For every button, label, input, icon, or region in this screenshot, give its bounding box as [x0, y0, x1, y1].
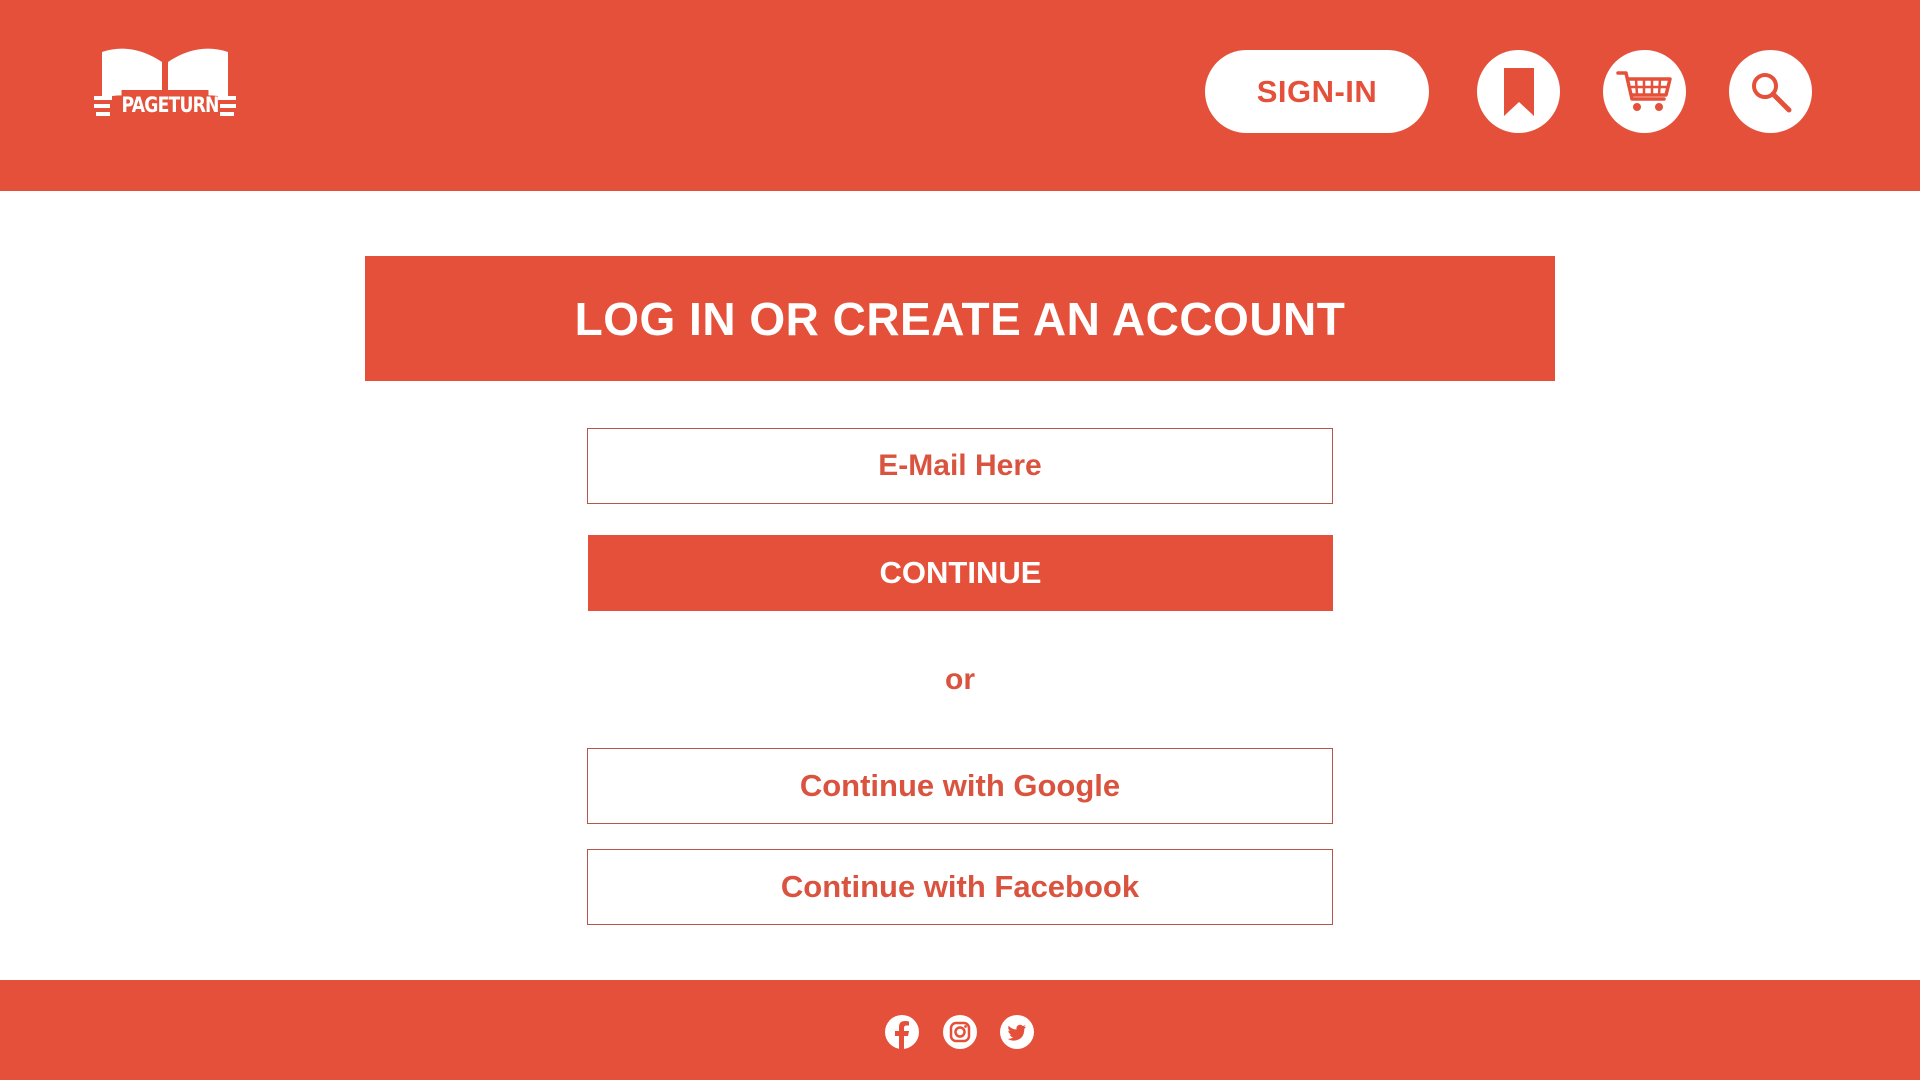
continue-with-google-button[interactable]: Continue with Google: [587, 748, 1333, 824]
site-header: PAGETURN SIGN-IN: [0, 0, 1920, 191]
bookmark-icon: [1503, 67, 1534, 116]
instagram-icon: [943, 1015, 977, 1049]
continue-button[interactable]: CONTINUE: [588, 535, 1333, 611]
cart-icon: [1615, 70, 1672, 111]
email-field-wrapper: [587, 428, 1333, 504]
email-field[interactable]: [588, 429, 1332, 503]
cart-button[interactable]: [1603, 50, 1686, 133]
twitter-icon: [1000, 1015, 1034, 1049]
or-divider-text: or: [945, 663, 975, 696]
logo-text: PAGETURN: [121, 90, 219, 120]
continue-with-facebook-button[interactable]: Continue with Facebook: [587, 849, 1333, 925]
facebook-link[interactable]: [884, 1014, 920, 1050]
bookmark-button[interactable]: [1477, 50, 1560, 133]
sign-in-button[interactable]: SIGN-IN: [1205, 50, 1429, 133]
instagram-link[interactable]: [942, 1014, 978, 1050]
pageturn-logo[interactable]: PAGETURN: [92, 46, 238, 122]
search-button[interactable]: [1729, 50, 1812, 133]
search-icon: [1751, 72, 1791, 112]
twitter-link[interactable]: [999, 1014, 1035, 1050]
page-title: LOG IN OR CREATE AN ACCOUNT: [365, 256, 1555, 381]
facebook-icon: [885, 1015, 919, 1050]
